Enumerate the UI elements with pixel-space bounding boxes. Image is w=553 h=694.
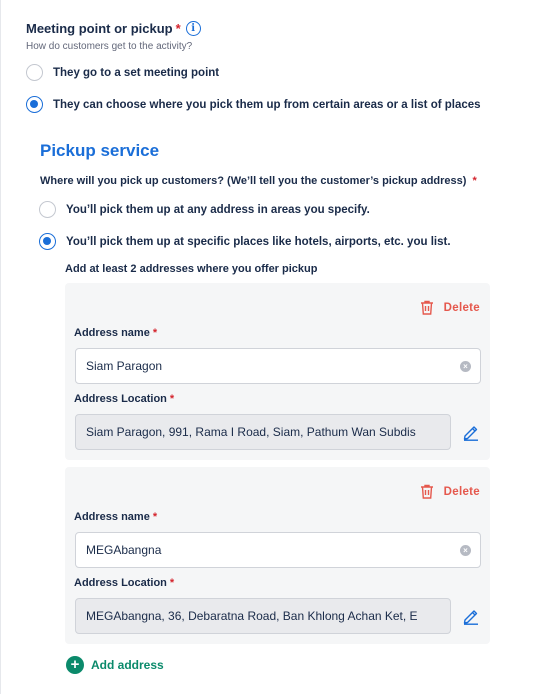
radio-label: You’ll pick them up at specific places l… — [66, 235, 451, 248]
required-mark: * — [152, 511, 158, 523]
delete-label: Delete — [443, 301, 480, 314]
radio-label: They can choose where you pick them up f… — [53, 98, 481, 111]
left-border — [0, 0, 1, 694]
address-location-value: Siam Paragon, 991, Rama I Road, Siam, Pa… — [86, 425, 416, 439]
delete-button[interactable]: Delete — [420, 300, 480, 315]
radio-option-meeting-point[interactable]: They go to a set meeting point — [26, 64, 219, 81]
required-mark: * — [472, 175, 477, 187]
address-location-value: MEGAbangna, 36, Debaratna Road, Ban Khlo… — [86, 609, 418, 623]
radio-option-specific-places[interactable]: You’ll pick them up at specific places l… — [39, 233, 451, 250]
address-location-label-text: Address Location — [74, 393, 167, 405]
required-mark: * — [152, 327, 158, 339]
pickup-sub-hint: Add at least 2 addresses where you offer… — [65, 263, 318, 275]
trash-icon — [420, 300, 433, 315]
address-name-label-text: Address name — [74, 327, 150, 339]
address-location-label: Address Location * — [74, 393, 174, 405]
radio-option-pickup[interactable]: They can choose where you pick them up f… — [26, 96, 481, 113]
plus-circle-icon: + — [66, 656, 84, 674]
radio-button[interactable] — [39, 201, 56, 218]
required-mark: * — [169, 577, 175, 589]
meeting-point-hint: How do customers get to the activity? — [26, 41, 193, 52]
radio-button[interactable] — [26, 64, 43, 81]
address-name-label: Address name * — [74, 511, 157, 523]
meeting-point-label-text: Meeting point or pickup — [26, 21, 173, 36]
pickup-service-title: Pickup service — [40, 141, 160, 160]
address-location-input: Siam Paragon, 991, Rama I Road, Siam, Pa… — [75, 414, 451, 450]
trash-icon — [420, 484, 433, 499]
address-name-value: Siam Paragon — [86, 359, 163, 373]
pencil-icon[interactable] — [462, 607, 480, 625]
info-icon[interactable]: i — [185, 21, 201, 36]
address-card: Delete Address name * Siam Paragon × Addr… — [65, 283, 490, 460]
pickup-question-text: Where will you pick up customers? (We’ll… — [40, 175, 467, 187]
address-name-label-text: Address name — [74, 511, 150, 523]
address-name-input[interactable]: Siam Paragon × — [75, 348, 481, 384]
clear-icon[interactable]: × — [460, 545, 471, 556]
required-mark: * — [169, 393, 175, 405]
add-address-label: Add address — [91, 658, 164, 672]
radio-button-checked[interactable] — [26, 96, 43, 113]
radio-button-checked[interactable] — [39, 233, 56, 250]
address-name-value: MEGAbangna — [86, 543, 162, 557]
address-location-input: MEGAbangna, 36, Debaratna Road, Ban Khlo… — [75, 598, 451, 634]
address-location-label-text: Address Location — [74, 577, 167, 589]
required-mark: * — [175, 21, 181, 36]
radio-label: You’ll pick them up at any address in ar… — [66, 203, 370, 216]
address-card: Delete Address name * MEGAbangna × Addres… — [65, 467, 490, 644]
address-name-label: Address name * — [74, 327, 157, 339]
delete-button[interactable]: Delete — [420, 484, 480, 499]
meeting-point-label: Meeting point or pickup * i — [26, 21, 201, 36]
add-address-button[interactable]: + Add address — [66, 656, 164, 674]
pickup-question: Where will you pick up customers? (We’ll… — [40, 175, 477, 187]
delete-label: Delete — [443, 485, 480, 498]
clear-icon[interactable]: × — [460, 361, 471, 372]
pencil-icon[interactable] — [462, 423, 480, 441]
address-name-input[interactable]: MEGAbangna × — [75, 532, 481, 568]
radio-label: They go to a set meeting point — [53, 66, 220, 79]
address-location-label: Address Location * — [74, 577, 174, 589]
radio-option-areas[interactable]: You’ll pick them up at any address in ar… — [39, 201, 370, 218]
